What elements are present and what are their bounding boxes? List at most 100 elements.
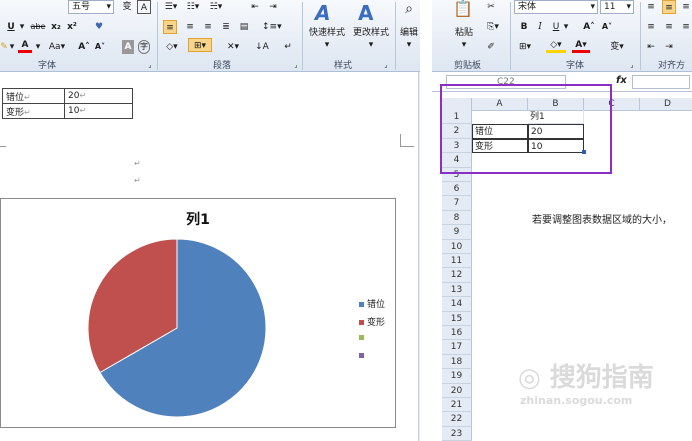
increase-indent-button[interactable]: ⇥: [266, 0, 280, 14]
increase-indent-button[interactable]: ⇥: [662, 40, 676, 54]
paste-button[interactable]: 📋 粘贴 ▾: [450, 0, 478, 51]
row-header-10[interactable]: 10: [442, 239, 472, 254]
formula-input[interactable]: [632, 75, 690, 89]
underline-button[interactable]: U: [6, 20, 16, 34]
chevron-down-icon[interactable]: ▾: [8, 40, 16, 54]
copy-icon[interactable]: ⎘▾: [484, 20, 502, 34]
align-middle-button[interactable]: ≡: [662, 0, 676, 14]
row-header-8[interactable]: 8: [442, 210, 472, 226]
align-right-button[interactable]: ≡: [680, 20, 692, 34]
change-case-button[interactable]: Aa▾: [46, 40, 68, 54]
chinese-layout-button[interactable]: ✕▾: [222, 40, 244, 54]
legend-item[interactable]: 错位: [359, 297, 385, 310]
row-header-15[interactable]: 15: [442, 311, 472, 326]
pie-chart-plot: [87, 238, 267, 418]
pinyin-icon[interactable]: 变: [120, 0, 134, 14]
borders-button[interactable]: ⊞▾: [188, 38, 212, 52]
quick-styles-button[interactable]: A 快速样式 ▾: [305, 0, 349, 56]
cut-icon[interactable]: ✂: [484, 0, 498, 14]
justify-button[interactable]: ≣: [219, 20, 233, 34]
pie-chart[interactable]: 列1 错位 变形: [0, 198, 396, 428]
shrink-font-button[interactable]: A˅: [600, 20, 614, 34]
row-header-7[interactable]: 7: [442, 196, 472, 211]
chevron-down-icon[interactable]: ▾: [34, 40, 42, 54]
char-border-icon[interactable]: A: [137, 0, 151, 14]
dialog-launcher-icon[interactable]: ⌟: [292, 58, 300, 72]
cell-b8[interactable]: 若要调整图表数据区域的大小，: [532, 211, 672, 226]
legend-item[interactable]: 变形: [359, 315, 385, 328]
multilevel-list-button[interactable]: ☵▾: [207, 0, 225, 14]
row-header-11[interactable]: 11: [442, 254, 472, 269]
numbering-button[interactable]: ☷▾: [185, 0, 201, 14]
dialog-launcher-icon[interactable]: ⌟: [628, 58, 636, 72]
text-effects-icon[interactable]: ♥: [92, 20, 106, 34]
grow-font-button[interactable]: A˄: [582, 20, 596, 34]
fill-color-button[interactable]: ◇▾: [546, 40, 566, 53]
row-header-23[interactable]: 23: [442, 426, 472, 441]
dialog-launcher-icon[interactable]: ⌟: [382, 58, 390, 72]
row-header-13[interactable]: 13: [442, 282, 472, 298]
legend-item[interactable]: [359, 351, 367, 361]
row-header-18[interactable]: 18: [442, 354, 472, 370]
enclose-char-button[interactable]: 字: [138, 40, 150, 54]
row-header-14[interactable]: 14: [442, 297, 472, 312]
subscript-button[interactable]: x₂: [50, 20, 62, 34]
align-left-button[interactable]: ≡: [644, 20, 658, 34]
row-header-17[interactable]: 17: [442, 340, 472, 355]
row-header-20[interactable]: 20: [442, 383, 472, 398]
grow-font-button[interactable]: A˄: [78, 40, 90, 54]
shrink-font-button[interactable]: A˅: [94, 40, 106, 54]
show-marks-button[interactable]: ↵: [282, 40, 294, 54]
table-cell[interactable]: 10↵: [64, 103, 133, 119]
bullets-button[interactable]: ☰▾: [163, 0, 179, 14]
table-cell[interactable]: 变形↵: [2, 103, 65, 119]
highlight-icon[interactable]: ✎: [0, 40, 8, 54]
strikethrough-button[interactable]: abe: [30, 20, 46, 34]
row-header-21[interactable]: 21: [442, 398, 472, 413]
row-header-19[interactable]: 19: [442, 369, 472, 384]
decrease-indent-button[interactable]: ⇤: [644, 40, 658, 54]
row-header-6[interactable]: 6: [442, 182, 472, 197]
italic-button[interactable]: I: [534, 20, 546, 34]
align-center-button[interactable]: ≡: [662, 20, 676, 34]
column-header-d[interactable]: D: [640, 98, 692, 111]
superscript-button[interactable]: x²: [66, 20, 78, 34]
font-name-select[interactable]: 宋体 ▾: [514, 0, 598, 14]
fx-icon[interactable]: fx: [616, 75, 627, 86]
font-size-select[interactable]: 五号 ▾: [68, 0, 114, 14]
vertical-scrollbar[interactable]: ▲ ▼: [418, 72, 420, 441]
line-spacing-button[interactable]: ↕≡▾: [262, 20, 282, 34]
char-shading-button[interactable]: A: [122, 40, 134, 54]
align-right-button[interactable]: ≡: [201, 20, 215, 34]
font-color-button[interactable]: A: [18, 40, 32, 53]
legend-item[interactable]: [359, 333, 367, 343]
dialog-launcher-icon[interactable]: ⌟: [146, 58, 154, 72]
align-left-button[interactable]: ≡: [163, 20, 177, 34]
align-bottom-button[interactable]: ≡: [680, 0, 692, 14]
borders-button[interactable]: ⊞▾: [516, 40, 534, 54]
change-styles-button[interactable]: A 更改样式 ▾: [349, 0, 393, 56]
edit-button[interactable]: ⌕ 编辑 ▾: [398, 0, 420, 56]
table-cell[interactable]: 错位↵: [2, 88, 65, 104]
distributed-button[interactable]: ▤: [237, 20, 251, 34]
align-top-button[interactable]: ≡: [644, 0, 658, 14]
phonetic-button[interactable]: 变▾: [606, 40, 628, 54]
row-header-12[interactable]: 12: [442, 268, 472, 283]
align-center-button[interactable]: ≡: [183, 20, 197, 34]
word-data-table[interactable]: 错位↵ 20↵ 变形↵ 10↵: [2, 88, 133, 119]
chevron-down-icon[interactable]: ▾: [562, 20, 570, 34]
underline-button[interactable]: U: [550, 20, 562, 34]
chevron-down-icon[interactable]: ▾: [18, 20, 26, 34]
font-color-button[interactable]: A▾: [572, 40, 590, 53]
row-header-16[interactable]: 16: [442, 326, 472, 341]
row-header-22[interactable]: 22: [442, 412, 472, 427]
legend-swatch: [359, 320, 364, 325]
font-size-select[interactable]: 11 ▾: [600, 0, 634, 14]
format-painter-icon[interactable]: ✐: [484, 40, 498, 54]
sort-button[interactable]: ↓A: [254, 40, 270, 54]
bold-button[interactable]: B: [518, 20, 530, 34]
table-cell[interactable]: 20↵: [64, 88, 133, 104]
row-header-9[interactable]: 9: [442, 225, 472, 240]
paragraph-shading-button[interactable]: ◇▾: [163, 40, 181, 54]
decrease-indent-button[interactable]: ⇤: [248, 0, 262, 14]
